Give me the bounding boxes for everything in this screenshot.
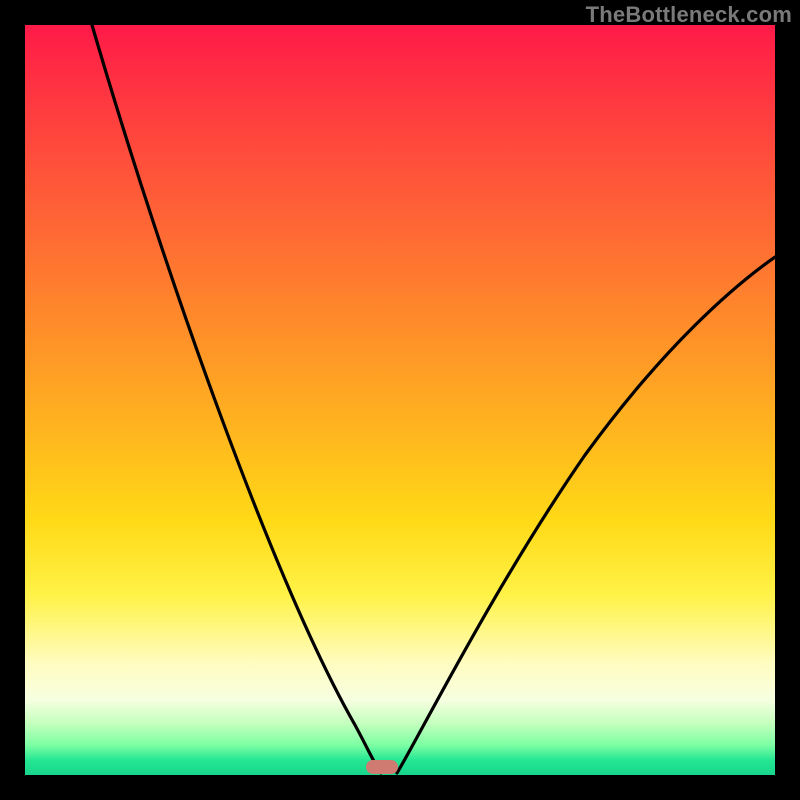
plot-area [25, 25, 775, 775]
curve-right-branch [397, 257, 775, 773]
curve-left-branch [92, 25, 381, 773]
minimum-marker [366, 760, 398, 774]
chart-frame: TheBottleneck.com [0, 0, 800, 800]
bottleneck-curve [25, 25, 775, 775]
watermark-text: TheBottleneck.com [586, 2, 792, 28]
